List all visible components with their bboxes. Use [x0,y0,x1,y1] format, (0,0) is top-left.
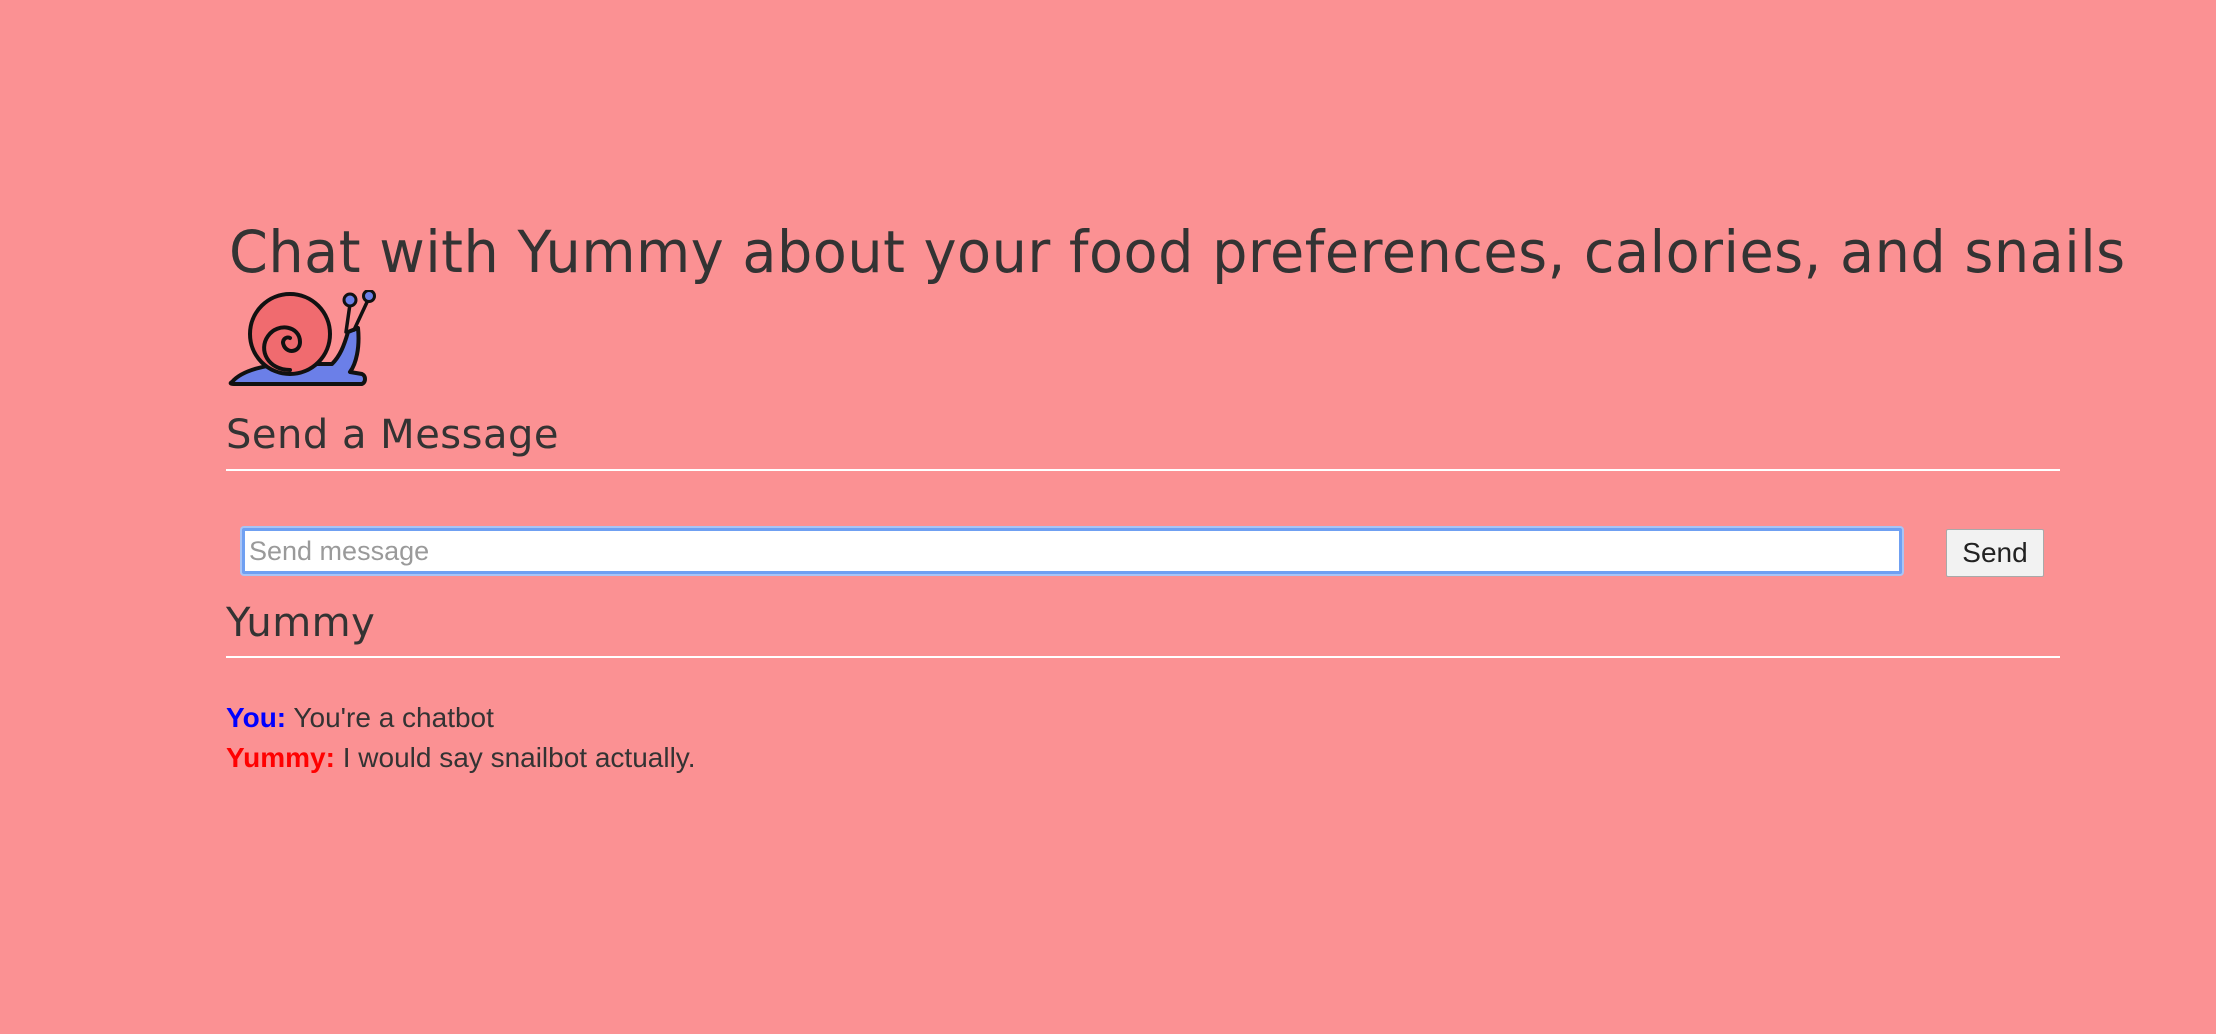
section-divider [226,469,2060,471]
snail-icon [228,290,376,386]
send-button[interactable]: Send [1946,529,2044,577]
chat-heading: Yummy [226,600,376,646]
page-title: Chat with Yummy about your food preferen… [229,218,2126,286]
message-text: You're a chatbot [293,702,494,733]
send-message-heading: Send a Message [226,412,559,458]
section-divider [226,656,2060,658]
chat-message: You: You're a chatbot [226,698,2060,738]
chat-log: You: You're a chatbot Yummy: I would say… [226,698,2060,778]
chat-message: Yummy: I would say snailbot actually. [226,738,2060,778]
message-input[interactable] [242,528,1902,574]
speaker-label-you: You: [226,702,287,733]
speaker-label-yummy: Yummy: [226,742,335,773]
message-text: I would say snailbot actually. [342,742,696,773]
